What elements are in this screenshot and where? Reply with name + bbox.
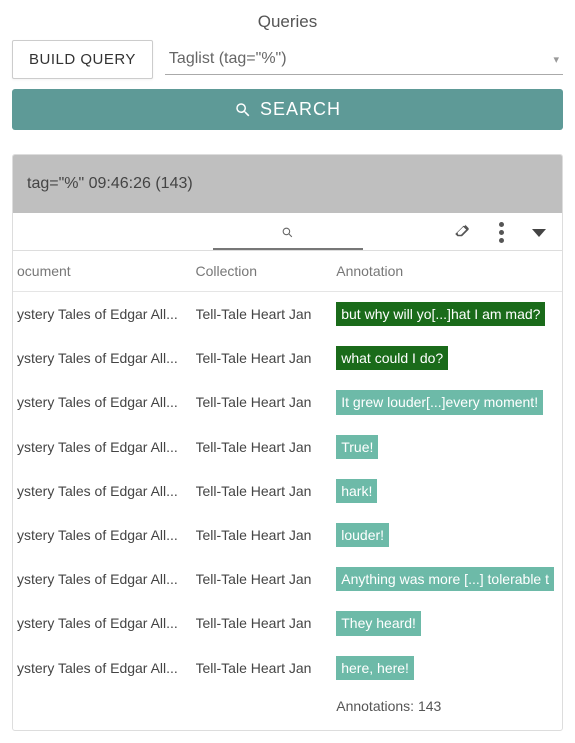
search-icon <box>281 226 294 239</box>
table-row[interactable]: ystery Tales of Edgar All...Tell-Tale He… <box>13 380 562 424</box>
annotations-count: Annotations: 143 <box>336 690 562 730</box>
annotation-tag[interactable]: Anything was more [...] tolerable t <box>336 567 554 591</box>
cell-annotation: True! <box>336 425 562 469</box>
cell-document: ystery Tales of Edgar All... <box>13 646 196 690</box>
cell-collection: Tell-Tale Heart Jan <box>196 380 337 424</box>
results-summary: tag="%" 09:46:26 (143) <box>13 155 562 213</box>
search-button-label: SEARCH <box>260 99 341 120</box>
eraser-icon[interactable] <box>453 222 471 243</box>
kebab-menu-icon[interactable] <box>499 222 504 243</box>
column-header-annotation[interactable]: Annotation <box>336 251 562 292</box>
cell-document: ystery Tales of Edgar All... <box>13 425 196 469</box>
cell-document: ystery Tales of Edgar All... <box>13 380 196 424</box>
annotation-tag[interactable]: True! <box>336 435 378 459</box>
table-row[interactable]: ystery Tales of Edgar All...Tell-Tale He… <box>13 469 562 513</box>
cell-document: ystery Tales of Edgar All... <box>13 513 196 557</box>
cell-collection: Tell-Tale Heart Jan <box>196 601 337 645</box>
annotation-tag[interactable]: what could I do? <box>336 346 448 370</box>
column-header-collection[interactable]: Collection <box>196 251 337 292</box>
results-table: ocument Collection Annotation ystery Tal… <box>13 251 562 730</box>
cell-collection: Tell-Tale Heart Jan <box>196 513 337 557</box>
results-panel: tag="%" 09:46:26 (143) <box>12 154 563 731</box>
cell-document: ystery Tales of Edgar All... <box>13 292 196 337</box>
cell-annotation: but why will yo[...]hat I am mad? <box>336 292 562 337</box>
cell-annotation: It grew louder[...]every moment! <box>336 380 562 424</box>
annotation-tag[interactable]: They heard! <box>336 611 421 635</box>
cell-annotation: here, here! <box>336 646 562 690</box>
annotation-tag[interactable]: louder! <box>336 523 389 547</box>
table-row[interactable]: ystery Tales of Edgar All...Tell-Tale He… <box>13 557 562 601</box>
cell-collection: Tell-Tale Heart Jan <box>196 336 337 380</box>
table-row[interactable]: ystery Tales of Edgar All...Tell-Tale He… <box>13 646 562 690</box>
cell-collection: Tell-Tale Heart Jan <box>196 469 337 513</box>
cell-annotation: louder! <box>336 513 562 557</box>
query-controls-row: BUILD QUERY Taglist (tag="%") ▾ <box>12 40 563 79</box>
taglist-dropdown[interactable]: Taglist (tag="%") ▾ <box>165 44 563 75</box>
queries-title: Queries <box>12 12 563 32</box>
table-row[interactable]: ystery Tales of Edgar All...Tell-Tale He… <box>13 513 562 557</box>
build-query-button[interactable]: BUILD QUERY <box>12 40 153 79</box>
cell-document: ystery Tales of Edgar All... <box>13 601 196 645</box>
cell-document: ystery Tales of Edgar All... <box>13 336 196 380</box>
cell-document: ystery Tales of Edgar All... <box>13 557 196 601</box>
annotation-tag[interactable]: here, here! <box>336 656 414 680</box>
annotation-tag[interactable]: It grew louder[...]every moment! <box>336 390 543 414</box>
cell-collection: Tell-Tale Heart Jan <box>196 425 337 469</box>
search-button[interactable]: SEARCH <box>12 89 563 130</box>
table-row[interactable]: ystery Tales of Edgar All...Tell-Tale He… <box>13 292 562 337</box>
cell-annotation: They heard! <box>336 601 562 645</box>
search-icon <box>234 101 252 119</box>
caret-down-icon[interactable] <box>532 229 546 237</box>
cell-collection: Tell-Tale Heart Jan <box>196 557 337 601</box>
chevron-down-icon: ▾ <box>553 53 559 66</box>
cell-collection: Tell-Tale Heart Jan <box>196 646 337 690</box>
table-row[interactable]: ystery Tales of Edgar All...Tell-Tale He… <box>13 425 562 469</box>
cell-annotation: hark! <box>336 469 562 513</box>
cell-collection: Tell-Tale Heart Jan <box>196 292 337 337</box>
toolbar-search-tab[interactable] <box>213 226 363 250</box>
cell-annotation: what could I do? <box>336 336 562 380</box>
taglist-dropdown-label: Taglist (tag="%") <box>169 50 287 68</box>
results-toolbar <box>13 213 562 251</box>
cell-annotation: Anything was more [...] tolerable t <box>336 557 562 601</box>
annotation-tag[interactable]: but why will yo[...]hat I am mad? <box>336 302 545 326</box>
column-header-document[interactable]: ocument <box>13 251 196 292</box>
annotation-tag[interactable]: hark! <box>336 479 377 503</box>
table-row[interactable]: ystery Tales of Edgar All...Tell-Tale He… <box>13 601 562 645</box>
table-row[interactable]: ystery Tales of Edgar All...Tell-Tale He… <box>13 336 562 380</box>
cell-document: ystery Tales of Edgar All... <box>13 469 196 513</box>
